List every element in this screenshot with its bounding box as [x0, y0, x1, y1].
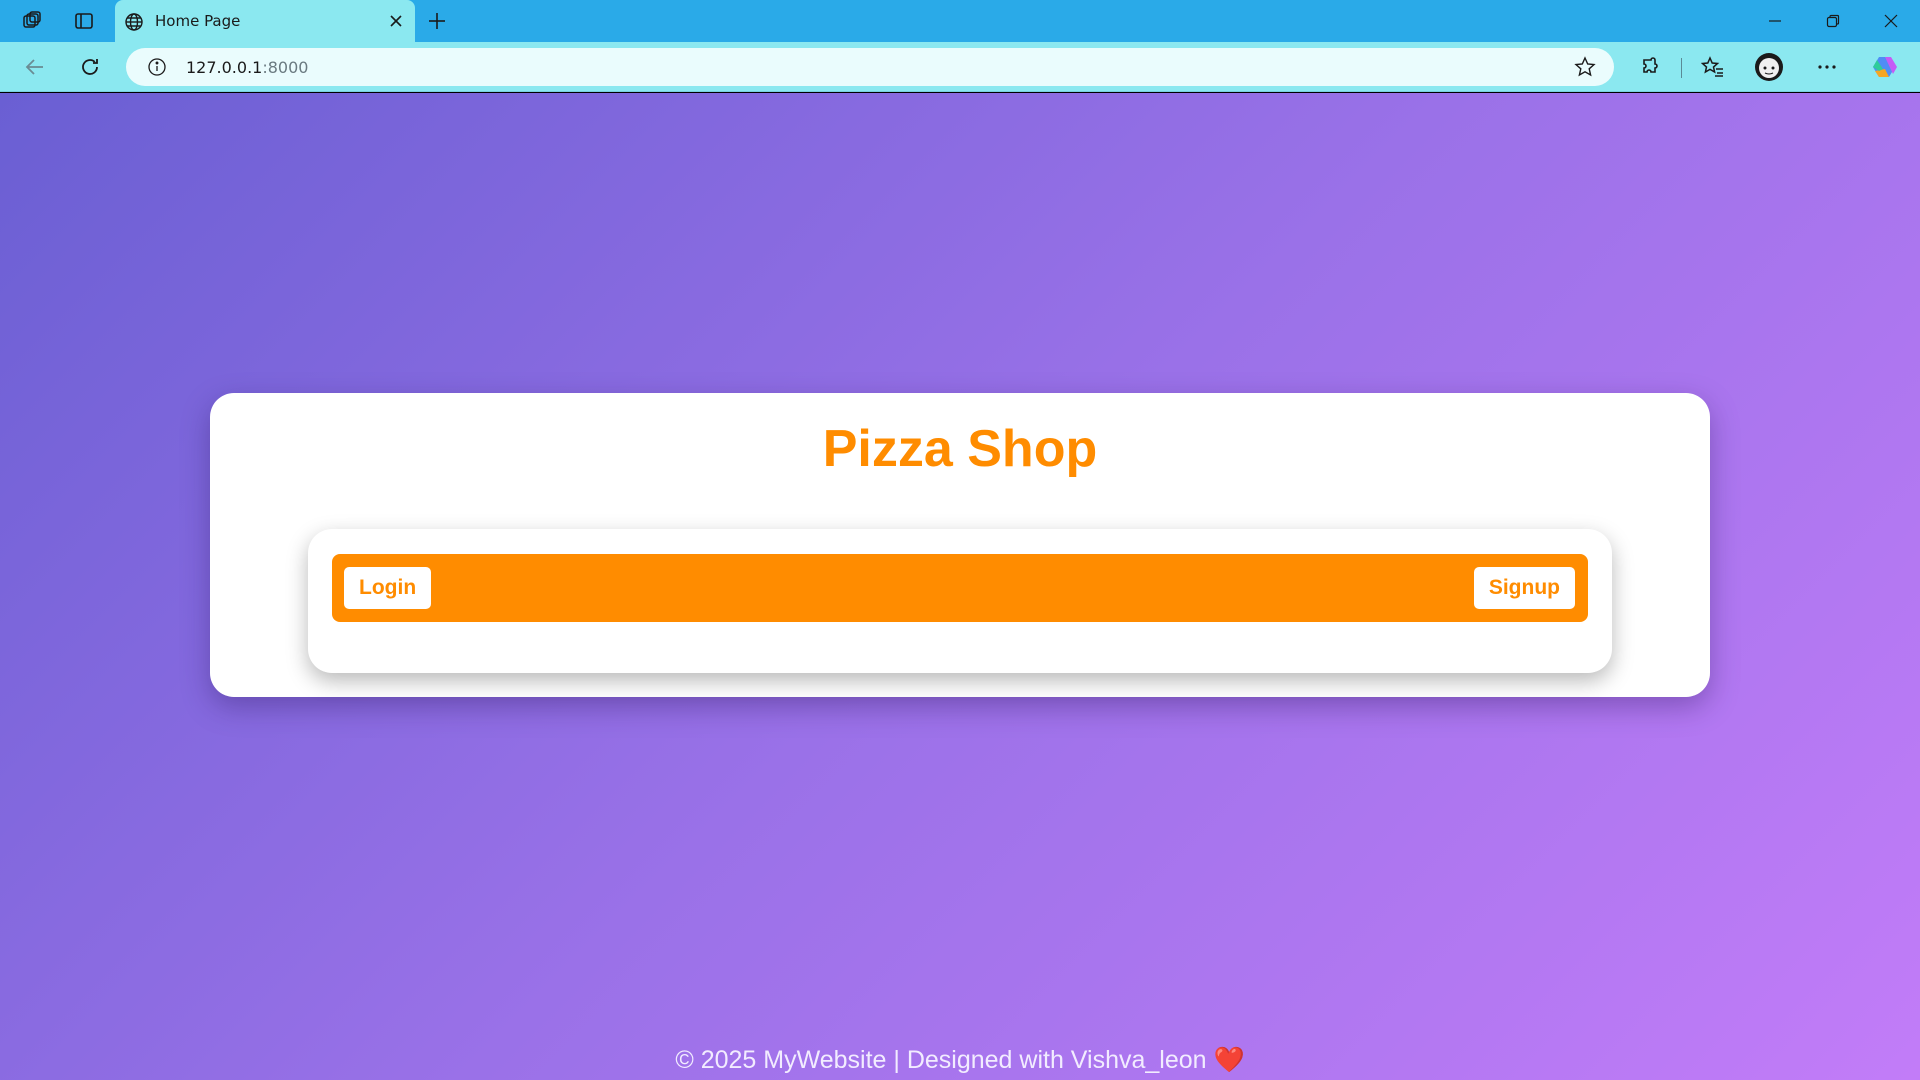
plus-icon[interactable]: [420, 5, 454, 37]
favorites-icon[interactable]: [1695, 50, 1731, 84]
star-icon[interactable]: [1574, 56, 1596, 78]
toolbar-divider: [1681, 58, 1682, 78]
url-text: 127.0.0.1:8000: [186, 58, 308, 77]
url-port: :8000: [262, 58, 309, 77]
close-icon[interactable]: [385, 10, 407, 32]
copilot-icon[interactable]: [1867, 50, 1903, 84]
address-bar[interactable]: 127.0.0.1:8000: [126, 48, 1614, 86]
back-icon[interactable]: [17, 50, 53, 84]
window-close-icon[interactable]: [1862, 0, 1920, 42]
refresh-icon[interactable]: [72, 50, 108, 84]
footer-text: © 2025 MyWebsite | Designed with Vishva_…: [675, 1046, 1207, 1074]
browser-toolbar: 127.0.0.1:8000: [0, 42, 1920, 92]
tab-actions-icon[interactable]: [63, 5, 105, 37]
heart-icon: ❤️: [1213, 1046, 1245, 1074]
globe-icon: [123, 11, 145, 33]
navbar: Login Signup: [332, 554, 1588, 622]
browser-titlebar: Home Page: [0, 0, 1920, 42]
tab-home-page[interactable]: Home Page: [115, 0, 415, 42]
page-title: Pizza Shop: [822, 420, 1098, 478]
login-button[interactable]: Login: [344, 567, 432, 609]
nav-container: Login Signup: [308, 529, 1612, 673]
main-card: Pizza Shop Login Signup: [210, 393, 1710, 697]
info-icon[interactable]: [146, 56, 168, 78]
signup-button[interactable]: Signup: [1473, 567, 1575, 609]
workspaces-icon[interactable]: [11, 5, 53, 37]
profile-avatar[interactable]: [1751, 50, 1787, 84]
extensions-icon[interactable]: [1633, 50, 1669, 84]
tab-title: Home Page: [155, 12, 241, 30]
page-viewport: Pizza Shop Login Signup © 2025 MyWebsite…: [0, 93, 1920, 1080]
url-host: 127.0.0.1: [186, 58, 263, 77]
more-icon[interactable]: [1809, 50, 1845, 84]
footer: © 2025 MyWebsite | Designed with Vishva_…: [0, 1046, 1920, 1075]
restore-icon[interactable]: [1804, 0, 1862, 42]
minimize-icon[interactable]: [1746, 0, 1804, 42]
